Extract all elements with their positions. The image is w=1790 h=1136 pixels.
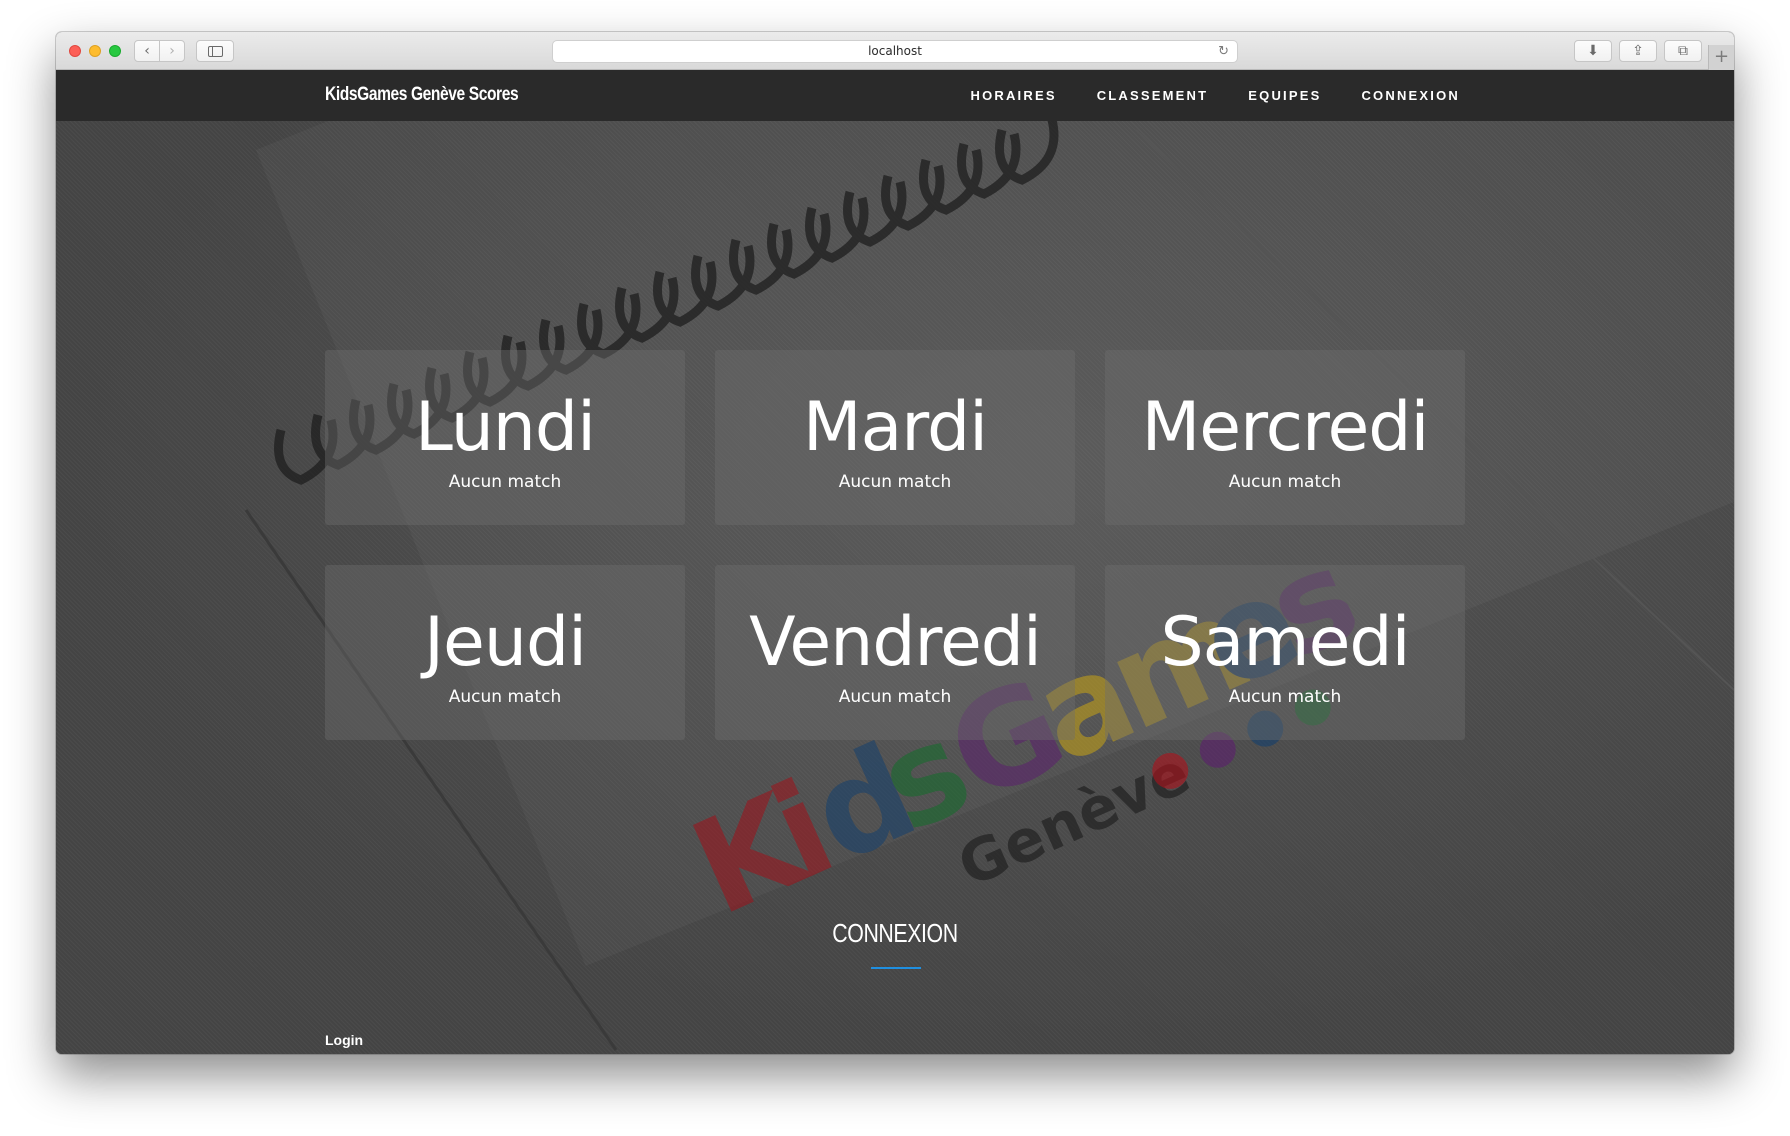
day-name: Samedi [1160, 603, 1411, 682]
day-status: Aucun match [448, 472, 562, 492]
share-icon: ⇪ [1632, 43, 1644, 59]
show-tabs-button[interactable]: ⧉ [1664, 40, 1702, 62]
minimize-window-button[interactable] [89, 45, 101, 57]
day-status: Aucun match [838, 687, 952, 707]
downloads-button[interactable]: ⬇ [1574, 40, 1612, 62]
day-card-samedi[interactable]: Samedi Aucun match [1105, 565, 1465, 740]
browser-window: ‹ › localhost ↻ ⬇ ⇪ ⧉ + KidsGames Genève… [56, 32, 1734, 1054]
nav-equipes[interactable]: EQUIPES [1248, 88, 1321, 103]
close-window-button[interactable] [69, 45, 81, 57]
days-grid: Lundi Aucun match Mardi Aucun match Merc… [325, 350, 1465, 740]
sidebar-icon [207, 46, 223, 57]
forward-button[interactable]: › [159, 40, 185, 62]
plus-icon: + [1713, 46, 1730, 67]
main-menu: HORAIRES CLASSEMENT EQUIPES CONNEXION [970, 88, 1460, 103]
page-content: KidsGames Genève Scores HORAIRES CLASSEM… [56, 70, 1734, 1054]
login-label: Login [325, 1032, 364, 1048]
day-name: Vendredi [749, 603, 1042, 682]
top-navbar: KidsGames Genève Scores HORAIRES CLASSEM… [56, 70, 1734, 121]
connexion-title: CONNEXION [832, 918, 958, 948]
day-name: Mardi [802, 388, 988, 467]
day-name: Mercredi [1141, 388, 1430, 467]
reload-icon[interactable]: ↻ [1218, 41, 1229, 62]
address-bar[interactable]: localhost ↻ [552, 40, 1238, 63]
day-card-lundi[interactable]: Lundi Aucun match [325, 350, 685, 525]
day-card-mardi[interactable]: Mardi Aucun match [715, 350, 1075, 525]
title-underline [871, 967, 921, 969]
browser-toolbar: ‹ › localhost ↻ ⬇ ⇪ ⧉ + [56, 32, 1734, 70]
back-button[interactable]: ‹ [134, 40, 160, 62]
share-button[interactable]: ⇪ [1619, 40, 1657, 62]
chevron-right-icon: › [169, 43, 175, 59]
day-card-jeudi[interactable]: Jeudi Aucun match [325, 565, 685, 740]
chevron-left-icon: ‹ [144, 43, 150, 59]
day-status: Aucun match [1228, 472, 1342, 492]
maximize-window-button[interactable] [109, 45, 121, 57]
new-tab-button[interactable]: + [1708, 45, 1734, 70]
day-card-mercredi[interactable]: Mercredi Aucun match [1105, 350, 1465, 525]
day-status: Aucun match [838, 472, 952, 492]
day-name: Lundi [415, 388, 596, 467]
day-status: Aucun match [1228, 687, 1342, 707]
nav-connexion[interactable]: CONNEXION [1361, 88, 1460, 103]
nav-classement[interactable]: CLASSEMENT [1097, 88, 1209, 103]
day-status: Aucun match [448, 687, 562, 707]
download-icon: ⬇ [1587, 43, 1599, 59]
site-brand[interactable]: KidsGames Genève Scores [325, 84, 519, 106]
tabs-icon: ⧉ [1678, 43, 1688, 59]
nav-horaires[interactable]: HORAIRES [970, 88, 1056, 103]
address-bar-url: localhost [868, 44, 922, 58]
sidebar-toggle-button[interactable] [196, 40, 234, 62]
day-card-vendredi[interactable]: Vendredi Aucun match [715, 565, 1075, 740]
day-name: Jeudi [423, 603, 587, 682]
